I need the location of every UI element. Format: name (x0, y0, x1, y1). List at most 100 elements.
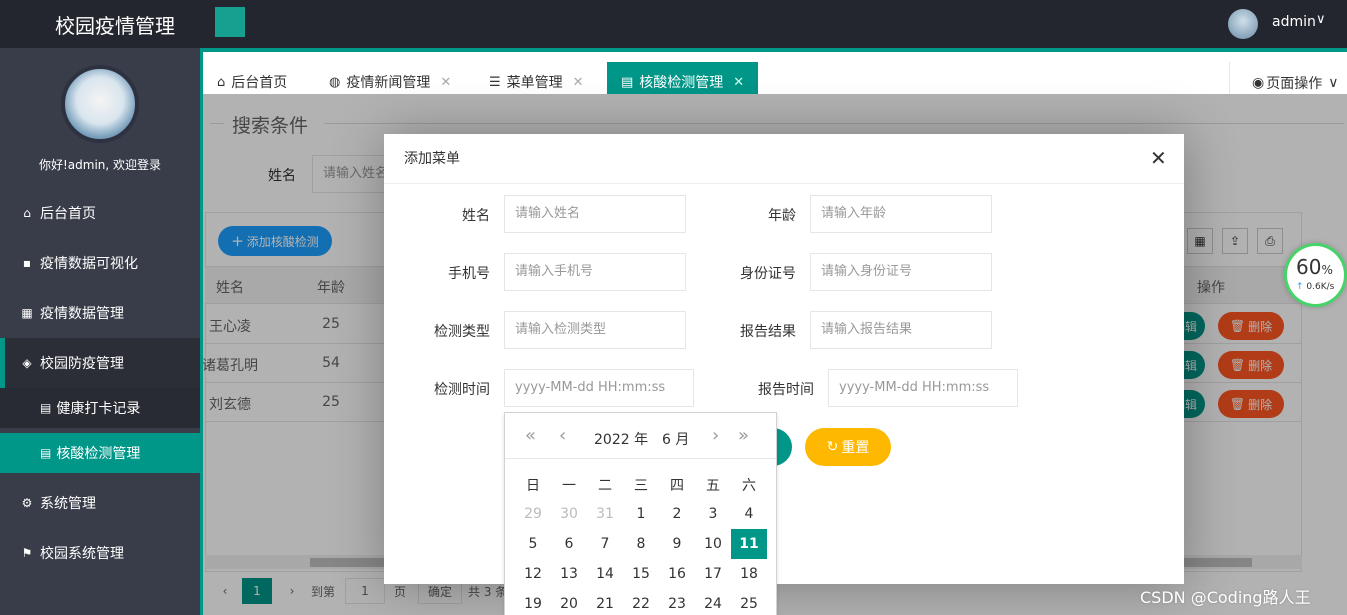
phone-label: 手机号 (448, 266, 490, 282)
report-time-label: 报告时间 (758, 382, 814, 398)
calendar-day[interactable]: 3 (695, 499, 731, 529)
sidebar-item-system[interactable]: ⚙ 系统管理 (0, 478, 200, 528)
calendar-day[interactable]: 2 (659, 499, 695, 529)
chevron-down-icon[interactable]: ∨ (1316, 12, 1326, 27)
flag-icon: ⚑ (21, 546, 33, 560)
calendar-month[interactable]: 6 月 (662, 429, 689, 449)
sidebar-subitem-health-checkin[interactable]: ▤ 健康打卡记录 (0, 388, 200, 428)
close-icon[interactable]: ✕ (573, 75, 584, 90)
weekday-label: 三 (634, 478, 648, 494)
sidebar-item-home[interactable]: ⌂ 后台首页 (0, 188, 200, 238)
calendar-day[interactable]: 20 (551, 589, 587, 615)
calendar-day[interactable]: 23 (659, 589, 695, 615)
report-time-input[interactable]: yyyy-MM-dd HH:mm:ss (828, 369, 1018, 407)
grid-icon: ▦ (21, 306, 33, 320)
next-year-icon[interactable]: » (738, 425, 749, 446)
speed-percent: 60% (1296, 255, 1333, 279)
calendar-day[interactable]: 16 (659, 559, 695, 589)
calendar-day[interactable]: 7 (587, 529, 623, 559)
weekday-label: 日 (526, 478, 540, 494)
list-icon: ▤ (40, 446, 52, 460)
calendar-day[interactable]: 1 (623, 499, 659, 529)
weekday-label: 一 (562, 478, 576, 494)
chevron-down-icon: ∨ (1328, 75, 1339, 91)
calendar-day[interactable]: 14 (587, 559, 623, 589)
calendar-day[interactable]: 19 (515, 589, 551, 615)
dialog-title: 添加菜单 (384, 134, 1184, 184)
home-icon: ⌂ (217, 74, 226, 90)
calendar-day[interactable]: 31 (587, 499, 623, 529)
refresh-icon: ↻ (826, 439, 839, 455)
reset-button[interactable]: ↻ 重置 (805, 428, 891, 466)
close-icon[interactable]: ✕ (1150, 146, 1167, 170)
sidebar-item-campus-system[interactable]: ⚑ 校园系统管理 (0, 528, 200, 578)
user-name[interactable]: admin (1272, 14, 1316, 30)
weekday-label: 二 (598, 478, 612, 494)
test-time-input[interactable]: yyyy-MM-dd HH:mm:ss (504, 369, 694, 407)
speed-rate: ↑ 0.6K/s (1296, 282, 1335, 292)
calendar-day[interactable]: 17 (695, 559, 731, 589)
idcard-label: 身份证号 (740, 266, 796, 282)
profile-avatar (61, 65, 139, 143)
calendar-day[interactable]: 13 (551, 559, 587, 589)
welcome-text: 你好!admin, 欢迎登录 (38, 158, 162, 172)
close-icon[interactable]: ✕ (733, 75, 744, 90)
sidebar-item-visualization[interactable]: ▪ 疫情数据可视化 (0, 238, 200, 288)
idcard-input[interactable]: 请输入身份证号 (810, 253, 992, 291)
sidebar: 你好!admin, 欢迎登录 ⌂ 后台首页 ▪ 疫情数据可视化 ▦ 疫情数据管理 ◈ 校… (0, 48, 200, 615)
close-icon[interactable]: ✕ (440, 75, 451, 90)
result-input[interactable]: 请输入报告结果 (810, 311, 992, 349)
calendar-day[interactable]: 8 (623, 529, 659, 559)
calendar-day[interactable]: 10 (695, 529, 731, 559)
top-header: 校园疫情管理 admin ∨ (0, 0, 1347, 48)
calendar-day[interactable]: 21 (587, 589, 623, 615)
sidebar-subitem-nucleic-test[interactable]: ▤ 核酸检测管理 (0, 433, 200, 473)
test-type-input[interactable]: 请输入检测类型 (504, 311, 686, 349)
calendar-day[interactable]: 15 (623, 559, 659, 589)
next-month-icon[interactable]: › (712, 425, 719, 446)
calendar-day[interactable]: 5 (515, 529, 551, 559)
app-logo-title: 校园疫情管理 (55, 14, 175, 38)
age-label: 年龄 (768, 208, 796, 224)
weekday-label: 六 (742, 478, 756, 494)
calendar-day[interactable]: 4 (731, 499, 767, 529)
calendar-day[interactable]: 6 (551, 529, 587, 559)
calendar-day[interactable]: 22 (623, 589, 659, 615)
date-picker: « ‹ 2022 年 6 月 › » 日一二三四五六 29 30 31 1 2 3 4 5 6 7 8… (504, 412, 777, 615)
calendar-year[interactable]: 2022 年 (594, 429, 648, 449)
gear-icon: ⚙ (21, 496, 33, 510)
table-icon: ▤ (621, 74, 634, 90)
radio-icon: ◉ (1252, 75, 1265, 91)
prev-month-icon[interactable]: ‹ (559, 425, 566, 446)
menu-toggle-button[interactable] (215, 7, 245, 37)
watermark: CSDN @Coding路人王 (1140, 588, 1311, 607)
list-icon: ▤ (40, 401, 52, 415)
name-input[interactable]: 请输入姓名 (504, 195, 686, 233)
home-icon: ⌂ (23, 206, 31, 220)
name-label: 姓名 (462, 208, 490, 224)
calendar-day[interactable]: 29 (515, 499, 551, 529)
weekday-label: 五 (706, 478, 720, 494)
calendar-day[interactable]: 30 (551, 499, 587, 529)
globe-icon: ◍ (329, 74, 341, 90)
sidebar-item-epidemic-data[interactable]: ▦ 疫情数据管理 (0, 288, 200, 338)
shield-icon: ◈ (22, 356, 32, 370)
calendar-day[interactable]: 24 (695, 589, 731, 615)
calendar-day[interactable]: 11 (731, 529, 767, 559)
test-type-label: 检测类型 (434, 324, 490, 340)
test-time-label: 检测时间 (434, 382, 490, 398)
phone-input[interactable]: 请输入手机号 (504, 253, 686, 291)
calendar-day[interactable]: 9 (659, 529, 695, 559)
weekday-label: 四 (670, 478, 684, 494)
user-avatar[interactable] (1228, 9, 1258, 39)
chart-icon: ▪ (22, 256, 32, 270)
date-picker-header: « ‹ 2022 年 6 月 › » (505, 413, 776, 459)
age-input[interactable]: 请输入年龄 (810, 195, 992, 233)
tab-bar: ⌂ 后台首页 ◍ 疫情新闻管理 ✕ ☰ 菜单管理 ✕ ▤ 核酸检测管理 ✕ ◉ 页面操作 ∨ (203, 52, 1347, 104)
calendar-day[interactable]: 12 (515, 559, 551, 589)
calendar-day[interactable]: 18 (731, 559, 767, 589)
prev-year-icon[interactable]: « (525, 425, 536, 446)
sidebar-item-campus-prevention[interactable]: ◈ 校园防疫管理 (0, 338, 200, 388)
calendar-day[interactable]: 25 (731, 589, 767, 615)
arrow-up-icon: ↑ (1296, 282, 1304, 292)
